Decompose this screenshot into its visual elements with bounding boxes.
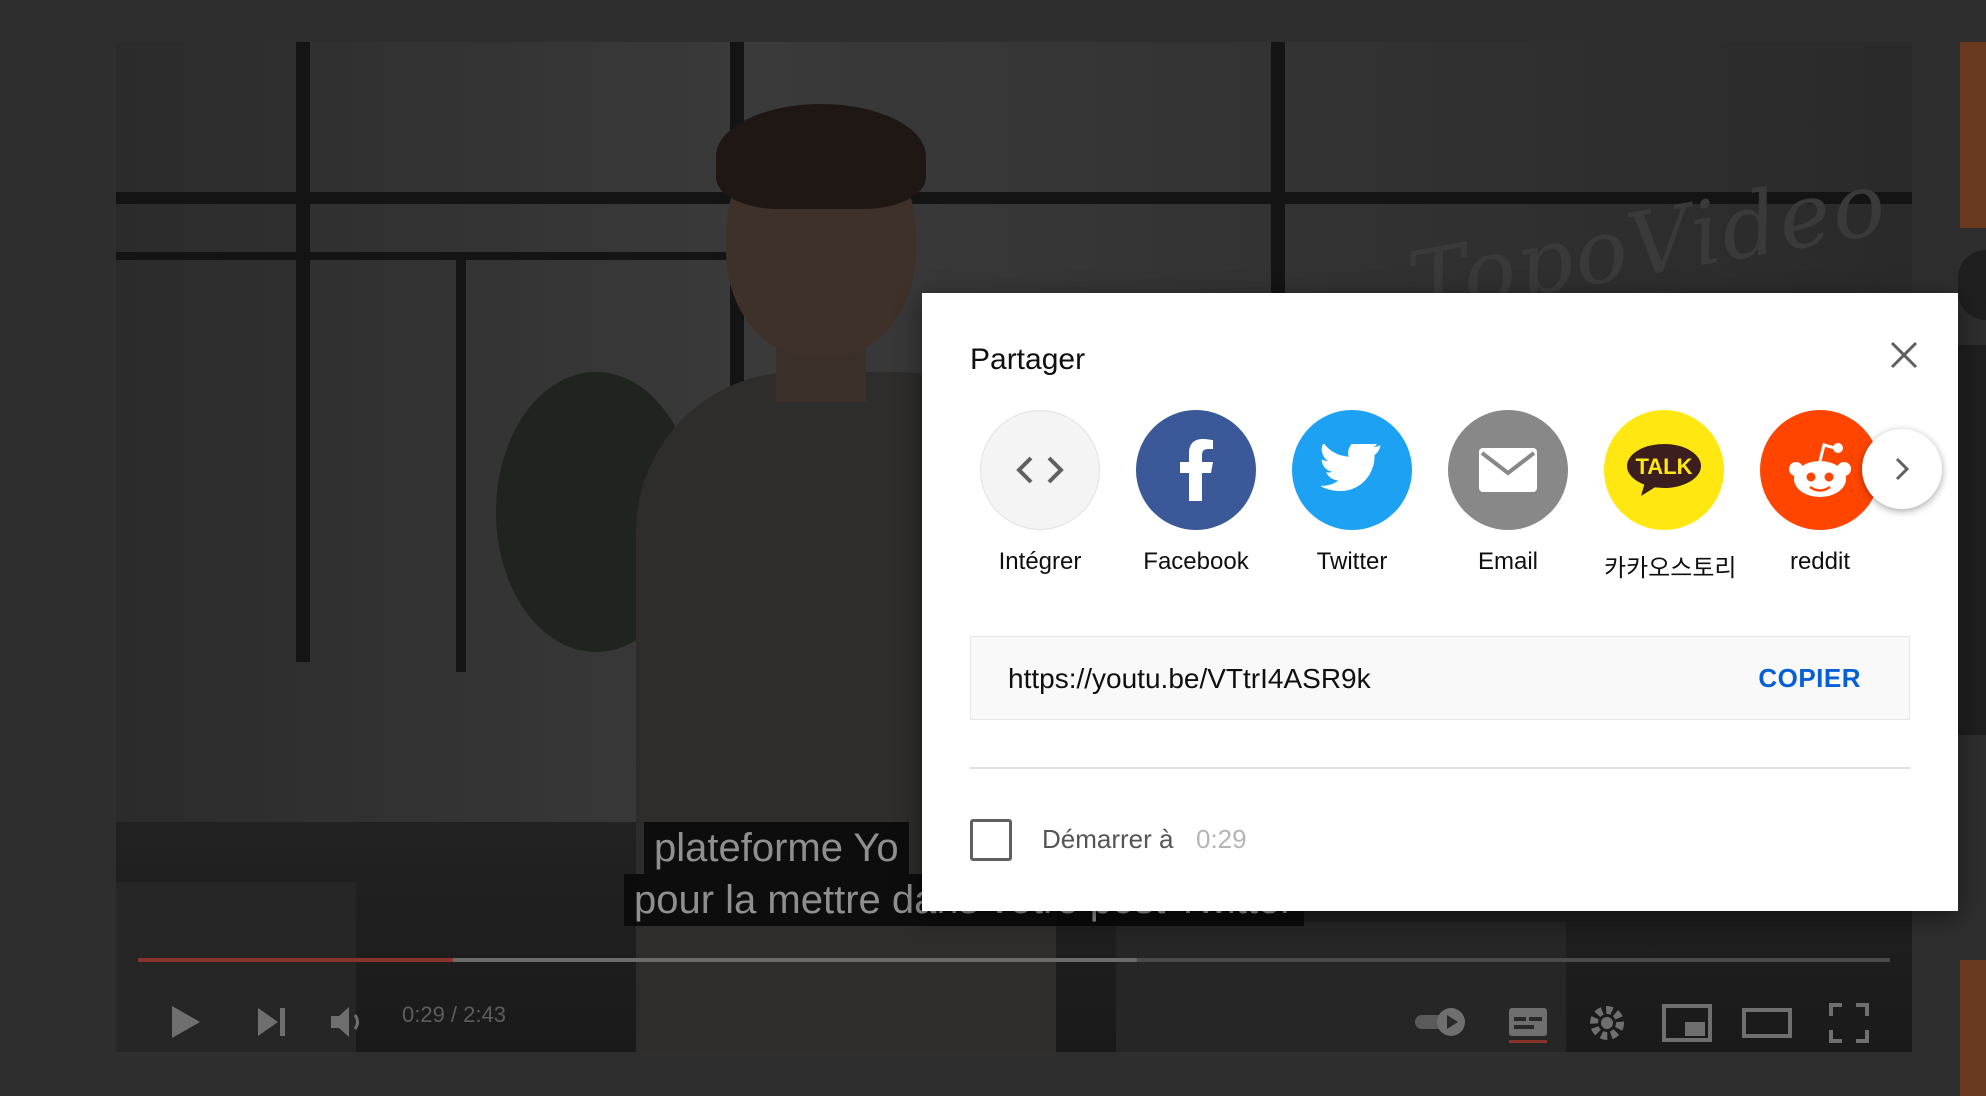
twitter-bird-icon: [1292, 410, 1412, 530]
chevron-right-icon: [1895, 457, 1910, 481]
volume-icon[interactable]: [328, 1002, 370, 1047]
copy-button[interactable]: COPIER: [1758, 663, 1861, 694]
fullscreen-icon[interactable]: [1828, 1002, 1870, 1049]
sidebar-card-edge: [1958, 345, 1986, 735]
share-option-twitter[interactable]: Twitter: [1292, 410, 1412, 576]
kakao-icon-text: TALK: [1635, 454, 1692, 479]
start-at-checkbox[interactable]: [970, 819, 1012, 861]
autoplay-toggle-icon[interactable]: [1411, 1002, 1471, 1047]
share-url-field[interactable]: https://youtu.be/VTtrI4ASR9k COPIER: [970, 636, 1910, 720]
share-option-label: Twitter: [1316, 548, 1388, 575]
subtitles-icon[interactable]: [1506, 1002, 1550, 1051]
embed-code-icon: [980, 410, 1100, 530]
progress-bar[interactable]: [138, 958, 1890, 962]
sidebar-thumbnail-edge: [1960, 42, 1986, 228]
facebook-icon: [1136, 410, 1256, 530]
dialog-title: Partager: [970, 343, 1086, 376]
share-dialog: Partager Intégrer Facebook Twitter Email…: [922, 293, 1958, 911]
player-controls: 0:29 / 2:43: [116, 952, 1912, 1052]
share-next-button[interactable]: [1862, 429, 1942, 509]
share-option-label: Facebook: [1143, 548, 1249, 575]
theater-mode-icon[interactable]: [1741, 1002, 1793, 1049]
sidebar-thumbnail-edge-2: [1960, 960, 1986, 1096]
start-at-time-input[interactable]: 0:29: [1196, 824, 1247, 855]
share-option-label: 카카오스토리: [1604, 555, 1737, 582]
envelope-icon: [1448, 410, 1568, 530]
share-option-embed[interactable]: Intégrer: [980, 410, 1100, 576]
share-option-kakaostory[interactable]: TALK 카카오스토리: [1604, 410, 1737, 583]
miniplayer-icon[interactable]: [1661, 1002, 1713, 1049]
kakaotalk-icon: TALK: [1604, 410, 1724, 530]
close-icon: [1890, 341, 1918, 369]
share-option-facebook[interactable]: Facebook: [1136, 410, 1256, 576]
share-option-label: Email: [1477, 548, 1538, 575]
divider: [970, 767, 1910, 769]
time-display: 0:29 / 2:43: [402, 1002, 506, 1027]
share-option-reddit[interactable]: reddit: [1760, 410, 1880, 576]
next-video-icon[interactable]: [256, 1002, 290, 1047]
share-url-text[interactable]: https://youtu.be/VTtrI4ASR9k: [1008, 663, 1371, 695]
sidebar-avatar-edge: [1958, 250, 1986, 320]
share-option-label: reddit: [1789, 548, 1851, 575]
play-icon[interactable]: [168, 1002, 204, 1047]
share-options-row: Intégrer Facebook Twitter Email TALK 카카오…: [980, 410, 1880, 585]
caption-line-1: plateforme Yo: [644, 822, 909, 874]
share-option-email[interactable]: Email: [1448, 410, 1568, 576]
settings-gear-icon[interactable]: [1586, 1002, 1628, 1049]
close-button[interactable]: [1882, 333, 1926, 377]
start-at-label: Démarrer à: [1042, 824, 1174, 854]
share-option-label: Intégrer: [998, 548, 1082, 575]
